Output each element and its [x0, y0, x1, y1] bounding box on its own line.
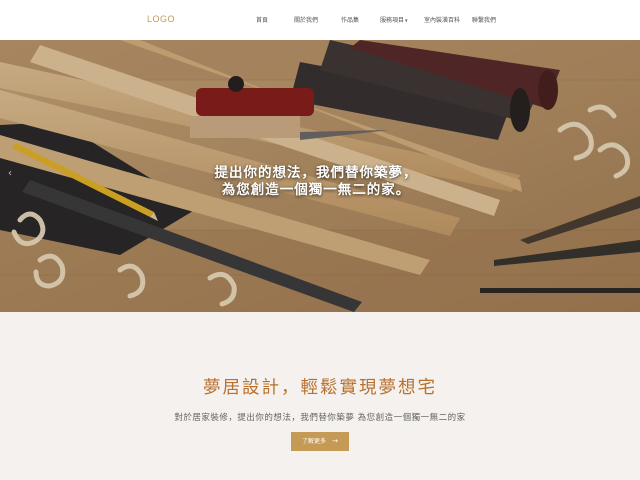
nav-item-services-label: 服務項目	[380, 17, 405, 24]
arrow-right-icon: →	[332, 437, 338, 445]
hero-banner: ‹ 提出你的想法，我們替你築夢， 為您創造一個獨一無二的家。	[0, 40, 640, 312]
nav-item-about[interactable]: 關於我們	[294, 15, 318, 24]
hero-headline-line2: 為您創造一個獨一無二的家。	[221, 182, 411, 198]
nav-item-encyclopedia[interactable]: 室內裝潢百科	[424, 15, 460, 24]
site-header: LOGO 首頁 關於我們 作品集 服務項目▾ 室內裝潢百科 聯繫我們	[0, 0, 640, 41]
intro-title: 夢居設計，輕鬆實現夢想宅	[203, 378, 437, 398]
learn-more-button[interactable]: 了解更多 →	[291, 432, 349, 451]
nav-item-portfolio[interactable]: 作品集	[341, 15, 359, 24]
learn-more-label: 了解更多	[302, 438, 327, 445]
caret-down-icon: ▾	[405, 18, 408, 24]
intro-description: 對於居家裝修，提出你的想法，我們替你築夢 為您創造一個獨一無二的家	[174, 413, 466, 423]
nav-item-contact[interactable]: 聯繫我們	[472, 15, 496, 24]
nav-item-services[interactable]: 服務項目▾	[380, 15, 408, 24]
main-nav: 首頁 關於我們 作品集 服務項目▾ 室內裝潢百科 聯繫我們	[0, 15, 640, 27]
nav-item-home[interactable]: 首頁	[256, 15, 268, 24]
